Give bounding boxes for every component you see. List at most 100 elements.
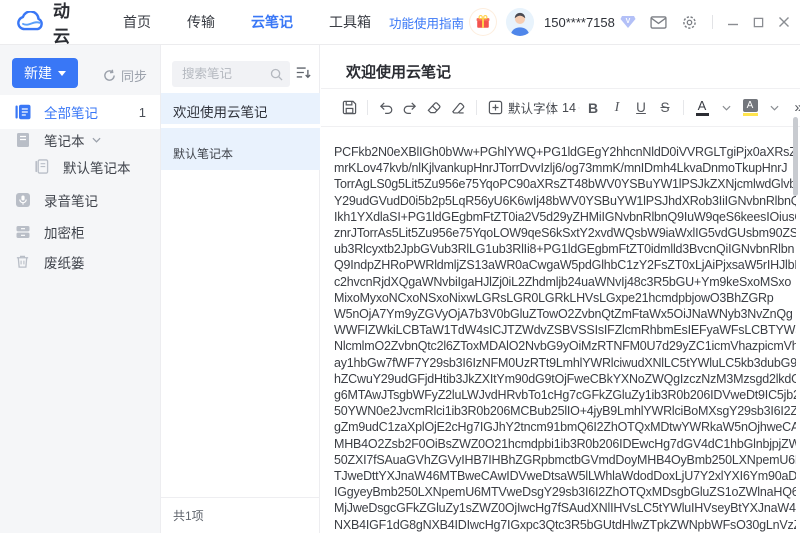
note-item-title: 欢迎使用云笔记 (173, 101, 308, 121)
editor-toolbar: 默认字体 14 B I U S A (337, 89, 792, 126)
font-size-value: 14 (562, 101, 576, 115)
note-content-area[interactable]: PCFkb2N0eXBlIGh0bWw+PGhlYWQ+PG1ldGEgY2hh… (334, 144, 796, 533)
left-sidebar: 新建 同步 全部笔记 1 (0, 45, 160, 533)
chevron-down-icon (578, 105, 580, 111)
font-color-button[interactable]: A (691, 96, 713, 120)
nav-toolbox[interactable]: 工具箱 (329, 12, 371, 32)
header-right: 功能使用指南 150****7158 (389, 8, 800, 36)
note-title[interactable]: 欢迎使用云笔记 (346, 61, 451, 82)
window-close-icon[interactable] (778, 16, 790, 28)
sidebar-item-label: 全部笔记 (44, 102, 98, 122)
user-avatar[interactable] (506, 8, 534, 36)
main-nav: 首页 传输 云笔记 工具箱 (105, 12, 389, 32)
font-color-dropdown[interactable] (715, 96, 737, 120)
default-notebook-icon (34, 159, 50, 175)
note-item-title-row[interactable]: 欢迎使用云笔记 (161, 93, 320, 124)
insert-icon[interactable] (484, 96, 506, 120)
note-item-notebook: 默认笔记本 (173, 145, 308, 162)
settings-gear-icon[interactable] (681, 14, 698, 31)
font-family-select[interactable]: 默认字体 (521, 96, 543, 120)
new-note-button[interactable]: 新建 (12, 58, 78, 88)
sidebar-item-notebooks[interactable]: 笔记本 (0, 126, 160, 154)
window-minimize-icon[interactable] (727, 16, 739, 28)
sidebar-item-voice-notes[interactable]: 录音笔记 (0, 185, 160, 215)
note-content-line: TJweDttYXJnaW46MTBweCAwIDVweDtsaW5lLWhla… (334, 468, 796, 484)
sidebar-item-default-notebook[interactable]: 默认笔记本 (0, 153, 160, 181)
search-input[interactable] (180, 66, 270, 82)
note-content-line: 50ZXI7fSAuaGVhZGVyIHB7IHBhZGRpbmctbGVmdD… (334, 452, 796, 468)
highlight-color-button[interactable]: A (739, 96, 761, 120)
sort-icon[interactable] (295, 65, 311, 80)
nav-transfer[interactable]: 传输 (187, 12, 215, 32)
clear-format-icon[interactable] (447, 96, 469, 120)
font-size-select[interactable]: 14 (558, 96, 580, 120)
vip-badge-icon[interactable]: V (620, 15, 636, 29)
more-tools-button[interactable]: » (787, 96, 800, 120)
note-content-line: ub3Rlcyxtb2JpbGVub3RlLG1ub3RlIi8+PG1ldGE… (334, 241, 796, 257)
bold-button[interactable]: B (582, 96, 604, 120)
top-header: 移动云盘 首页 传输 云笔记 工具箱 功能使用指南 (0, 0, 800, 45)
note-content-line: Ikh1YXdlaSI+PG1ldGEgbmFtZT0ia2V5d29yZHMi… (334, 209, 796, 225)
note-content-line: MHB4O2Zsb2F0OiBsZWZ0O21hcmdpbi1ib3R0b206… (334, 436, 796, 452)
note-count-total: 共1项 (173, 507, 204, 524)
note-content-line: mrKLov47kvb/nlKjlvankupHnrJTorrDvvIzlj6/… (334, 160, 796, 176)
note-content-line: MixoMyxoNCxoNSxoNixwLGRsLGR0LGRkLHVsLGxp… (334, 290, 796, 306)
highlight-letter: A (743, 99, 758, 112)
note-list-item[interactable]: 欢迎使用云笔记 默认笔记本 (161, 93, 320, 170)
trash-icon (15, 254, 31, 270)
highlight-color-bar (743, 113, 758, 116)
eraser-icon[interactable] (423, 96, 445, 120)
gift-icon[interactable] (470, 9, 496, 35)
note-content-line: W5nOjA7Ym9yZGVyOjA7b3V0bGluZTowO2ZvbnQtZ… (334, 306, 796, 322)
note-content-line: gZm9udC1zaXplOjE2cHg7IGJhY2tncm91bmQ6I2Z… (334, 419, 796, 435)
highlight-color-dropdown[interactable] (763, 96, 785, 120)
app-window: 移动云盘 首页 传输 云笔记 工具箱 功能使用指南 (0, 0, 800, 533)
sidebar-item-label: 笔记本 (44, 130, 85, 150)
cloud-logo-icon (16, 11, 46, 34)
window-maximize-icon[interactable] (753, 17, 764, 28)
feature-guide-link[interactable]: 功能使用指南 (389, 13, 464, 32)
sidebar-item-safe-box[interactable]: 加密柜 (0, 217, 160, 247)
nav-cloud-notes[interactable]: 云笔记 (251, 12, 293, 32)
svg-text:V: V (626, 18, 631, 25)
font-color-letter: A (698, 99, 707, 112)
strikethrough-button[interactable]: S (654, 96, 676, 120)
sidebar-item-trash[interactable]: 废纸篓 (0, 247, 160, 277)
note-content-line: NXB4IGF1dG8gNXB4IDIwcHg7IGxpc3Qtc3R5bGUt… (334, 517, 796, 533)
sidebar-item-label: 废纸篓 (44, 252, 85, 272)
note-content-line: WWFIZWkiLCBTaW1TdW4sICJTZWdvZSBVSSIsIFZl… (334, 322, 796, 338)
note-editor-panel: 欢迎使用云笔记 (321, 45, 800, 533)
note-list-footer: 共1项 (161, 497, 320, 533)
note-content-line: ay1hbGw7fWF7Y29sb3I6IzNFM0UzRTt9LmhlYWRl… (334, 355, 796, 371)
save-icon[interactable] (338, 96, 360, 120)
note-content-line: znrJTorrAs5Lit5Zu956e75YqoLOW9qeS6kSxtY2… (334, 225, 796, 241)
undo-icon[interactable] (375, 96, 397, 120)
redo-icon[interactable] (399, 96, 421, 120)
note-content-line: Y29udGVudD0i5b2p5LqR56yU6K6wIj48bWV0YSBu… (334, 193, 796, 209)
nav-home[interactable]: 首页 (123, 12, 151, 32)
chevron-down-icon[interactable] (92, 137, 101, 143)
sidebar-item-all-notes[interactable]: 全部笔记 1 (0, 95, 160, 129)
chevron-down-icon (722, 105, 731, 111)
note-content-line: 50YWN0e2JvcmRlci1ib3R0b206MCBub25lIO+4jy… (334, 403, 796, 419)
sync-button[interactable]: 同步 (103, 66, 147, 85)
sidebar-item-label: 加密柜 (44, 222, 85, 242)
chevron-down-icon (770, 105, 779, 111)
note-list-panel: 欢迎使用云笔记 默认笔记本 共1项 (160, 45, 320, 533)
note-content-line: NlcmlmO2ZvbnQtc2l6ZToxMDAlO2NvbG9yOiMzRT… (334, 338, 796, 354)
note-content-line: c2hvcnRjdXQgaWNvbiIgaHJlZj0iL2Zhdmljb24u… (334, 274, 796, 290)
italic-button[interactable]: I (606, 96, 628, 120)
note-content-line: hZCwuY29udGFjdHtib3JkZXItYm90dG9tOjFweCB… (334, 371, 796, 387)
sidebar-item-label: 默认笔记本 (63, 157, 131, 177)
toolbar-separator (367, 100, 368, 115)
voice-note-icon (15, 192, 31, 208)
note-count-badge: 1 (139, 105, 146, 120)
note-content-line: IGgyeyBmb250LXNpemU6MTVweDsgY29sb3I6I2Zh… (334, 484, 796, 500)
search-box[interactable] (172, 61, 290, 87)
account-phone[interactable]: 150****7158 (544, 15, 615, 30)
editor-scrollbar[interactable] (793, 117, 798, 196)
note-item-notebook-row[interactable]: 默认笔记本 (161, 128, 320, 170)
underline-button[interactable]: U (630, 96, 652, 120)
search-icon[interactable] (270, 68, 283, 81)
mail-icon[interactable] (650, 16, 667, 29)
